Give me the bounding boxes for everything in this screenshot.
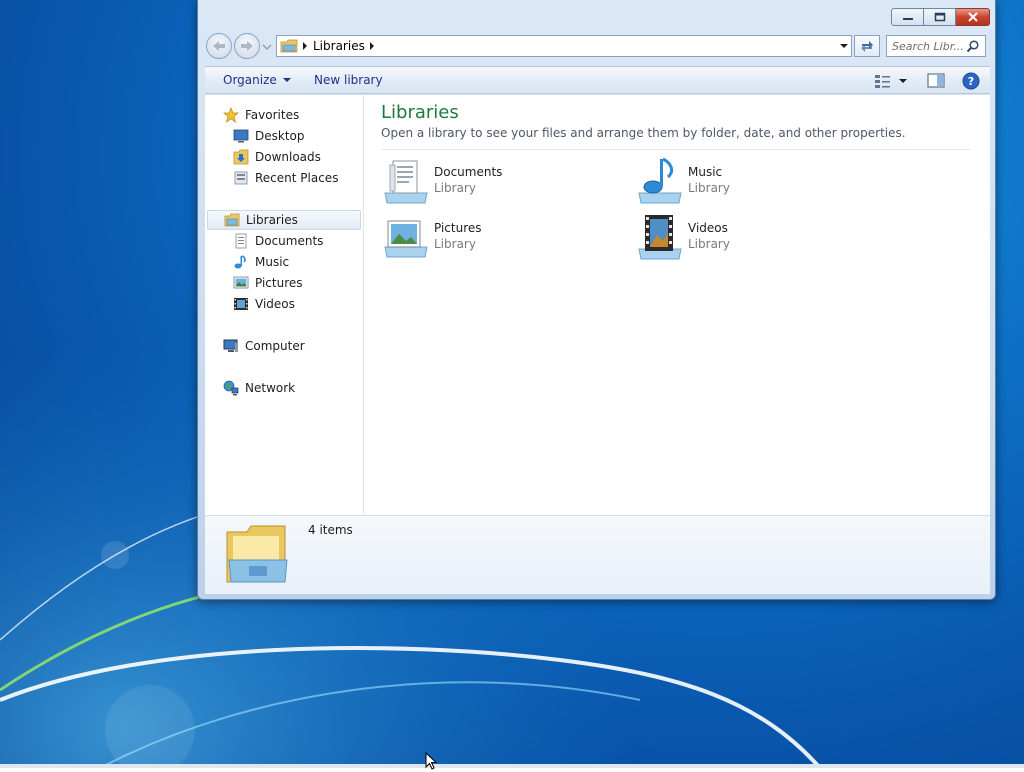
pictures-library-icon bbox=[384, 220, 428, 258]
back-arrow-icon bbox=[213, 41, 225, 51]
back-button[interactable] bbox=[206, 33, 232, 59]
videos-library-icon bbox=[638, 215, 682, 260]
navigation-pane[interactable]: Favorites Desktop Downloads Recent Place… bbox=[205, 95, 364, 515]
new-library-button[interactable]: New library bbox=[314, 73, 383, 87]
taskbar-edge bbox=[0, 764, 1024, 768]
library-tile-name: Videos bbox=[688, 221, 728, 235]
command-bar-right: ? bbox=[868, 72, 980, 90]
computer-icon bbox=[223, 339, 238, 352]
address-dropdown-icon[interactable] bbox=[840, 42, 848, 50]
nav-computer-label: Computer bbox=[245, 339, 305, 353]
details-pane: 4 items bbox=[205, 516, 990, 594]
documents-icon bbox=[235, 233, 247, 249]
explorer-window[interactable]: Libraries Organize New library bbox=[197, 0, 996, 600]
desktop-icon bbox=[233, 129, 249, 143]
libraries-icon bbox=[280, 39, 298, 53]
address-bar[interactable]: Libraries bbox=[276, 35, 852, 57]
nav-desktop[interactable]: Desktop bbox=[233, 126, 305, 146]
nav-network[interactable]: Network bbox=[223, 378, 295, 398]
organize-label: Organize bbox=[223, 73, 277, 87]
change-view-icon[interactable] bbox=[874, 73, 892, 89]
nav-music-label: Music bbox=[255, 255, 290, 269]
minimize-button[interactable] bbox=[891, 8, 924, 26]
nav-videos[interactable]: Videos bbox=[233, 294, 295, 314]
library-tile-music[interactable]: Music Library bbox=[635, 157, 865, 207]
search-icon[interactable] bbox=[966, 39, 980, 53]
videos-icon bbox=[234, 298, 248, 310]
recent-places-icon bbox=[234, 171, 248, 185]
mouse-cursor-icon bbox=[425, 752, 438, 770]
svg-text:?: ? bbox=[968, 75, 974, 88]
close-icon bbox=[967, 12, 978, 22]
nav-favorites[interactable]: Favorites bbox=[223, 105, 299, 125]
forward-button[interactable] bbox=[234, 33, 260, 59]
nav-recent-places[interactable]: Recent Places bbox=[233, 168, 338, 188]
library-tile-name: Music bbox=[688, 165, 723, 179]
music-library-icon bbox=[638, 157, 682, 204]
close-button[interactable] bbox=[956, 8, 990, 26]
library-tile-name: Documents bbox=[434, 165, 503, 179]
library-tile-type: Library bbox=[434, 237, 476, 251]
help-icon[interactable]: ? bbox=[962, 72, 980, 90]
caption-buttons bbox=[891, 8, 990, 26]
library-tile-type: Library bbox=[688, 181, 730, 195]
organize-button[interactable]: Organize bbox=[223, 73, 291, 87]
refresh-button[interactable] bbox=[854, 35, 880, 57]
library-tile-type: Library bbox=[434, 181, 476, 195]
minimize-icon bbox=[902, 18, 913, 20]
page-title: Libraries bbox=[381, 102, 459, 123]
nav-libraries-label: Libraries bbox=[246, 213, 298, 227]
nav-computer[interactable]: Computer bbox=[223, 336, 305, 356]
divider bbox=[381, 149, 971, 150]
documents-library-icon bbox=[384, 160, 428, 204]
navigation-row: Libraries bbox=[206, 33, 987, 59]
downloads-folder-icon bbox=[233, 149, 249, 165]
file-list-pane[interactable]: Libraries Open a library to see your fil… bbox=[364, 95, 990, 515]
nav-pictures-label: Pictures bbox=[255, 276, 303, 290]
nav-network-label: Network bbox=[245, 381, 296, 395]
library-tile-documents[interactable]: Documents Library bbox=[381, 157, 611, 207]
maximize-button[interactable] bbox=[924, 8, 956, 26]
search-input[interactable] bbox=[892, 39, 966, 53]
view-options-chevron-icon[interactable] bbox=[898, 77, 908, 85]
library-tile-type: Library bbox=[688, 237, 730, 251]
content-area: Favorites Desktop Downloads Recent Place… bbox=[205, 95, 990, 516]
nav-libraries[interactable]: Libraries bbox=[207, 210, 361, 230]
pictures-icon bbox=[233, 276, 249, 289]
maximize-icon bbox=[934, 12, 945, 22]
star-icon bbox=[223, 107, 239, 123]
breadcrumb-libraries[interactable]: Libraries bbox=[313, 39, 365, 53]
refresh-icon bbox=[861, 41, 873, 52]
preview-pane-icon[interactable] bbox=[926, 73, 948, 89]
music-note-icon bbox=[234, 255, 246, 269]
nav-favorites-label: Favorites bbox=[245, 108, 300, 122]
search-box[interactable] bbox=[886, 35, 986, 57]
network-icon bbox=[223, 380, 239, 396]
library-tile-name: Pictures bbox=[434, 221, 482, 235]
libraries-folder-icon bbox=[226, 525, 288, 583]
library-tile-videos[interactable]: Videos Library bbox=[635, 213, 865, 263]
page-subtitle: Open a library to see your files and arr… bbox=[381, 126, 906, 140]
nav-videos-label: Videos bbox=[255, 297, 295, 311]
nav-downloads[interactable]: Downloads bbox=[233, 147, 321, 167]
breadcrumb-arrow-icon[interactable] bbox=[302, 42, 308, 50]
nav-music[interactable]: Music bbox=[233, 252, 289, 272]
command-bar: Organize New library ? bbox=[205, 66, 990, 94]
nav-documents-label: Documents bbox=[255, 234, 324, 248]
forward-arrow-icon bbox=[241, 41, 253, 51]
breadcrumb-arrow-icon[interactable] bbox=[369, 42, 375, 50]
recent-pages-chevron-icon[interactable] bbox=[262, 42, 272, 52]
chevron-down-icon bbox=[282, 78, 291, 82]
nav-documents[interactable]: Documents bbox=[233, 231, 323, 251]
nav-pictures[interactable]: Pictures bbox=[233, 273, 303, 293]
nav-desktop-label: Desktop bbox=[255, 129, 305, 143]
nav-recent-places-label: Recent Places bbox=[255, 171, 339, 185]
library-tile-pictures[interactable]: Pictures Library bbox=[381, 213, 611, 263]
item-count: 4 items bbox=[308, 523, 353, 537]
nav-downloads-label: Downloads bbox=[255, 150, 321, 164]
libraries-icon bbox=[224, 213, 240, 227]
